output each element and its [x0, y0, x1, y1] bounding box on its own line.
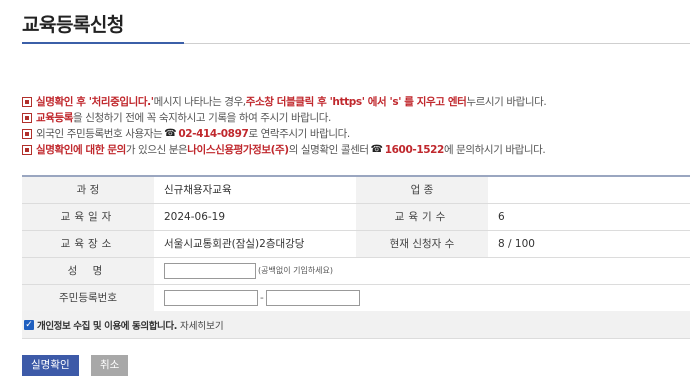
name-input[interactable]	[164, 263, 256, 279]
consent-bar: ✓ 개인정보 수집 및 이용에 동의합니다. 자세히보기	[22, 311, 690, 339]
name-hint: (공백없이 기입하세요)	[258, 266, 334, 275]
course-label: 과 정	[22, 177, 154, 203]
job-label: 업 종	[356, 177, 488, 203]
notice-text: 로 연락주시기 바랍니다.	[248, 128, 350, 140]
title-underline-accent	[22, 42, 184, 44]
bullet-square-icon	[22, 129, 32, 139]
notice-highlight: 1600-1522	[384, 144, 445, 156]
notice-line: 실명확인에 대한 문의 가 있으신 분은 나이스신용평가정보(주) 의 실명확인 콜…	[22, 142, 692, 158]
rrn-second-input[interactable]	[265, 290, 360, 306]
place-label: 교육장소	[22, 231, 154, 257]
notice-line: 교육등록 을 신청하기 전에 꼭 숙지하시고 기록을 하여 주시기 바랍니다.	[22, 110, 692, 126]
notice-line: 실명확인 후 '처리중입니다.' 메시지 나타나는 경우, 주소창 더블클릭 후 …	[22, 94, 692, 110]
rrn-label: 주민등록번호	[22, 285, 154, 311]
count-label: 교육기수	[356, 204, 488, 230]
notice-highlight: 02-414-0897	[178, 128, 249, 140]
notice-text: 메시지 나타나는 경우,	[153, 96, 247, 108]
date-label: 교육일자	[22, 204, 154, 230]
bullet-square-icon	[22, 113, 32, 123]
notice-highlight: 실명확인에 대한 문의	[36, 144, 126, 156]
notice-line: 외국인 주민등록번호 사용자는 ☎ 02-414-0897 로 연락주시기 바랍니…	[22, 126, 692, 142]
form-row-name: 성 명 (공백없이 기입하세요)	[22, 258, 690, 285]
notice-text: 을 신청하기 전에 꼭 숙지하시고 기록을 하여 주시기 바랍니다.	[73, 112, 331, 124]
date-value: 2024-06-19	[164, 211, 226, 223]
name-field-cell: (공백없이 기입하세요)	[154, 258, 690, 284]
count-value: 6	[498, 211, 505, 223]
job-value	[488, 177, 690, 203]
notice-highlight: 나이스신용평가정보(주)	[187, 144, 289, 156]
applicants-label: 현재 신청자 수	[356, 231, 488, 257]
notice-highlight: 실명확인 후 '처리중입니다.'	[36, 96, 154, 108]
rrn-separator: -	[260, 292, 264, 304]
notice-text: 누르시기 바랍니다.	[466, 96, 547, 108]
notice-text: 가 있으신 분은	[125, 144, 188, 156]
cancel-button[interactable]: 취소	[91, 355, 129, 376]
course-value: 신규채용자교육	[164, 184, 232, 196]
place-value: 서울시교통회관(잠실)2층대강당	[164, 238, 305, 250]
rrn-first-input[interactable]	[164, 290, 258, 306]
form-row-rrn: 주민등록번호 -	[22, 285, 690, 312]
registration-form: 과 정 신규채용자교육 업 종 교육일자 2024-06-19 교육기수 6 교…	[22, 175, 690, 312]
consent-label: 개인정보 수집 및 이용에 동의합니다.	[37, 320, 177, 332]
form-row-date: 교육일자 2024-06-19 교육기수 6	[22, 204, 690, 231]
phone-icon: ☎	[164, 128, 177, 139]
phone-icon: ☎	[370, 144, 383, 155]
notice-highlight: 주소창 더블클릭 후 'https' 에서 's' 를 지우고 엔터	[245, 96, 467, 108]
notice-list: 실명확인 후 '처리중입니다.' 메시지 나타나는 경우, 주소창 더블클릭 후 …	[22, 94, 692, 158]
notice-text: 외국인 주민등록번호 사용자는	[36, 128, 163, 140]
applicants-value: 8 / 100	[498, 238, 535, 250]
title-underline	[184, 43, 690, 44]
bullet-square-icon	[22, 97, 32, 107]
verify-button[interactable]: 실명확인	[22, 355, 79, 376]
page-title: 교육등록신청	[22, 14, 124, 36]
consent-checkbox[interactable]: ✓	[24, 319, 34, 330]
notice-text: 의 실명확인 콜센터	[288, 144, 369, 156]
rrn-field-cell: -	[154, 285, 690, 311]
notice-text: 에 문의하시기 바랍니다.	[443, 144, 546, 156]
bullet-square-icon	[22, 145, 32, 155]
form-row-place: 교육장소 서울시교통회관(잠실)2층대강당 현재 신청자 수 8 / 100	[22, 231, 690, 258]
name-label: 성 명	[22, 258, 154, 284]
consent-details-link[interactable]: 자세히보기	[180, 318, 224, 332]
notice-highlight: 교육등록	[36, 112, 74, 124]
form-row-course: 과 정 신규채용자교육 업 종	[22, 177, 690, 204]
